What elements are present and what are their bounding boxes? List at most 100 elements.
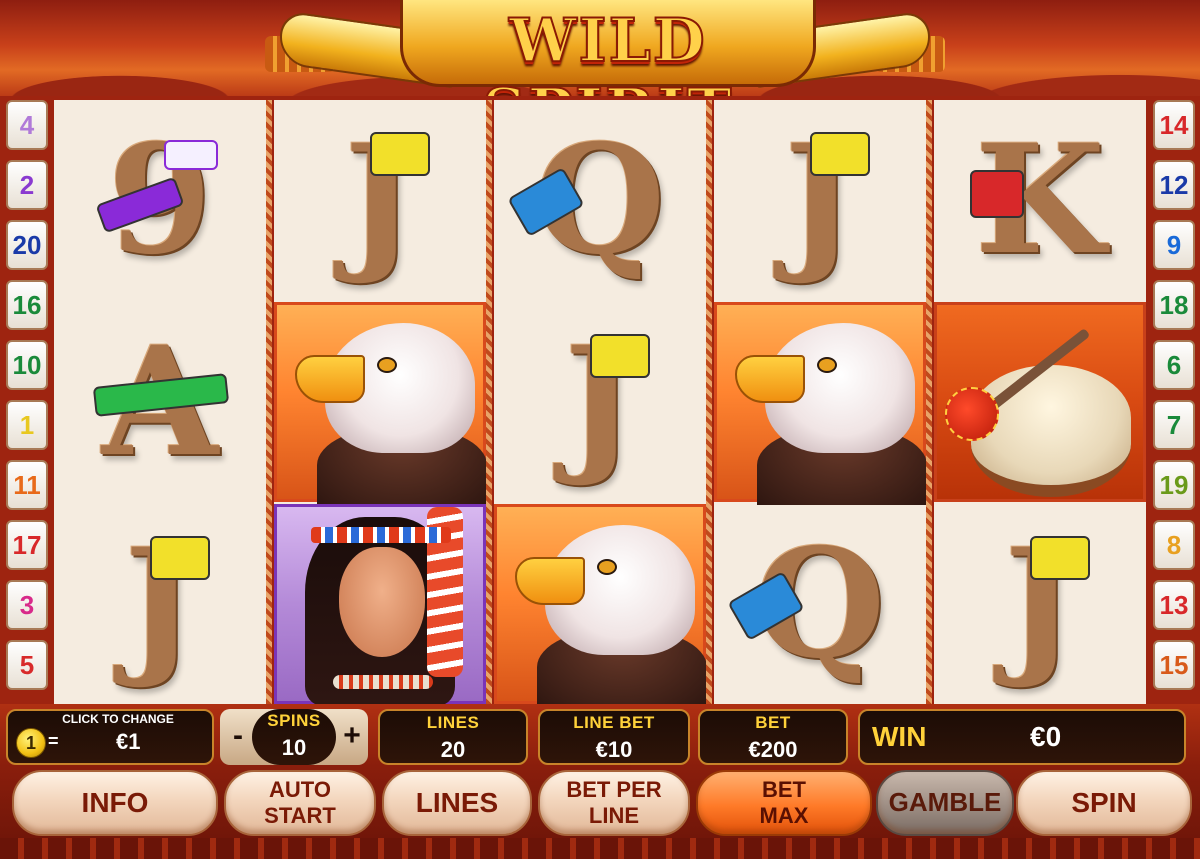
symbol-eagle xyxy=(494,504,707,707)
spin-button-label: SPIN xyxy=(1071,787,1137,819)
eagle-beak xyxy=(295,355,365,403)
payline-right-6[interactable]: 6 xyxy=(1153,340,1195,390)
bet-display: BET €200 xyxy=(698,709,848,765)
woman-icon xyxy=(339,547,425,657)
payline-left-16[interactable]: 16 xyxy=(6,280,48,330)
symbol-k: K xyxy=(934,100,1146,300)
reel-3: Q J xyxy=(494,100,707,707)
payline-column-left: 4 2 20 16 10 1 11 17 3 5 xyxy=(6,100,50,700)
symbol-eagle xyxy=(274,302,487,505)
payline-right-18[interactable]: 18 xyxy=(1153,280,1195,330)
payline-left-1[interactable]: 1 xyxy=(6,400,48,450)
payline-left-10[interactable]: 10 xyxy=(6,340,48,390)
payline-right-15[interactable]: 15 xyxy=(1153,640,1195,690)
lines-label: LINES xyxy=(426,713,480,732)
reel-1: 9 A J xyxy=(54,100,266,704)
eagle-beak xyxy=(515,557,585,605)
payline-left-2[interactable]: 2 xyxy=(6,160,48,210)
payline-left-5[interactable]: 5 xyxy=(6,640,48,690)
auto-start-line-1: AUTO xyxy=(269,776,331,802)
payline-right-12[interactable]: 12 xyxy=(1153,160,1195,210)
band-icon xyxy=(970,170,1024,218)
coin-value-box[interactable]: CLICK TO CHANGE 1 = €1 xyxy=(6,709,214,765)
payline-right-13[interactable]: 13 xyxy=(1153,580,1195,630)
symbol-j: J xyxy=(54,504,266,704)
headband-icon xyxy=(311,527,451,543)
symbol-woman xyxy=(274,504,486,705)
auto-start-button[interactable]: AUTO START xyxy=(224,770,376,836)
reel-5: K J xyxy=(934,100,1146,704)
info-button[interactable]: INFO xyxy=(12,770,218,836)
payline-left-3[interactable]: 3 xyxy=(6,580,48,630)
reel-2: J xyxy=(274,100,487,705)
lines-display: LINES 20 xyxy=(378,709,528,765)
spin-button[interactable]: SPIN xyxy=(1016,770,1192,836)
symbol-j: J xyxy=(934,504,1146,704)
bet-per-line-line-2: LINE xyxy=(588,803,640,828)
bet-per-line-button[interactable]: BET PER LINE xyxy=(538,770,690,836)
symbol-9: 9 xyxy=(54,100,266,300)
symbol-q: Q xyxy=(494,100,706,300)
drum-icon xyxy=(971,365,1131,497)
payline-right-9[interactable]: 9 xyxy=(1153,220,1195,270)
payline-left-11[interactable]: 11 xyxy=(6,460,48,510)
eagle-eye xyxy=(377,357,397,373)
symbol-j: J xyxy=(494,302,706,502)
line-bet-value: €10 xyxy=(595,737,633,762)
bet-max-button[interactable]: BET MAX xyxy=(696,770,872,836)
payline-right-7[interactable]: 7 xyxy=(1153,400,1195,450)
band-icon xyxy=(164,140,218,170)
payline-left-20[interactable]: 20 xyxy=(6,220,48,270)
bet-per-line-button-label: BET PER LINE xyxy=(566,777,661,830)
reel-4: J Q xyxy=(714,100,927,704)
bet-value: €200 xyxy=(748,737,798,762)
line-bet-label: LINE BET xyxy=(573,713,655,732)
auto-start-line-2: START xyxy=(264,803,336,828)
coin-value: €1 xyxy=(116,729,141,754)
symbol-q: Q xyxy=(714,504,926,704)
lines-button-label: LINES xyxy=(415,787,499,819)
win-label: WIN xyxy=(872,721,927,752)
auto-start-button-label: AUTO START xyxy=(264,777,336,830)
symbol-a: A xyxy=(54,302,266,502)
band-icon xyxy=(1030,536,1090,580)
band-icon xyxy=(810,132,870,176)
reel-divider xyxy=(486,100,492,704)
bet-per-line-line-1: BET PER xyxy=(566,776,662,802)
game-logo: WILD SPIRIT xyxy=(265,0,945,147)
band-icon xyxy=(150,536,210,580)
gamble-button[interactable]: GAMBLE xyxy=(876,770,1014,836)
band-icon xyxy=(370,132,430,176)
win-display: WIN €0 xyxy=(858,709,1186,765)
symbol-drum xyxy=(934,302,1146,502)
reel-divider xyxy=(926,100,932,704)
payline-left-17[interactable]: 17 xyxy=(6,520,48,570)
payline-left-4[interactable]: 4 xyxy=(6,100,48,150)
logo-plate: WILD SPIRIT xyxy=(400,0,816,147)
reel-divider xyxy=(706,100,712,704)
spins-decrease-button[interactable]: - xyxy=(224,719,252,753)
symbol-eagle xyxy=(714,302,927,505)
eagle-eye xyxy=(817,357,837,373)
symbol-j: J xyxy=(714,100,926,300)
necklace-icon xyxy=(333,675,433,689)
bet-max-button-label: BET MAX xyxy=(760,777,809,830)
spins-increase-button[interactable]: + xyxy=(338,719,366,753)
lines-button[interactable]: LINES xyxy=(382,770,532,836)
rattle-icon xyxy=(945,387,999,441)
reel-area: 9 A J J xyxy=(54,100,1146,707)
payline-right-8[interactable]: 8 xyxy=(1153,520,1195,570)
eagle-beak xyxy=(735,355,805,403)
payline-right-19[interactable]: 19 xyxy=(1153,460,1195,510)
eagle-eye xyxy=(597,559,617,575)
info-button-label: INFO xyxy=(81,787,149,819)
spins-value: 10 xyxy=(281,735,307,760)
win-value: €0 xyxy=(1030,721,1062,752)
coin-icon: 1 xyxy=(16,728,46,758)
band-icon xyxy=(590,334,650,378)
bet-label: BET xyxy=(755,713,791,732)
payline-right-14[interactable]: 14 xyxy=(1153,100,1195,150)
spins-display: SPINS 10 xyxy=(252,709,336,765)
bet-max-line-1: BET xyxy=(761,776,806,802)
click-to-change-label: CLICK TO CHANGE xyxy=(62,712,174,726)
